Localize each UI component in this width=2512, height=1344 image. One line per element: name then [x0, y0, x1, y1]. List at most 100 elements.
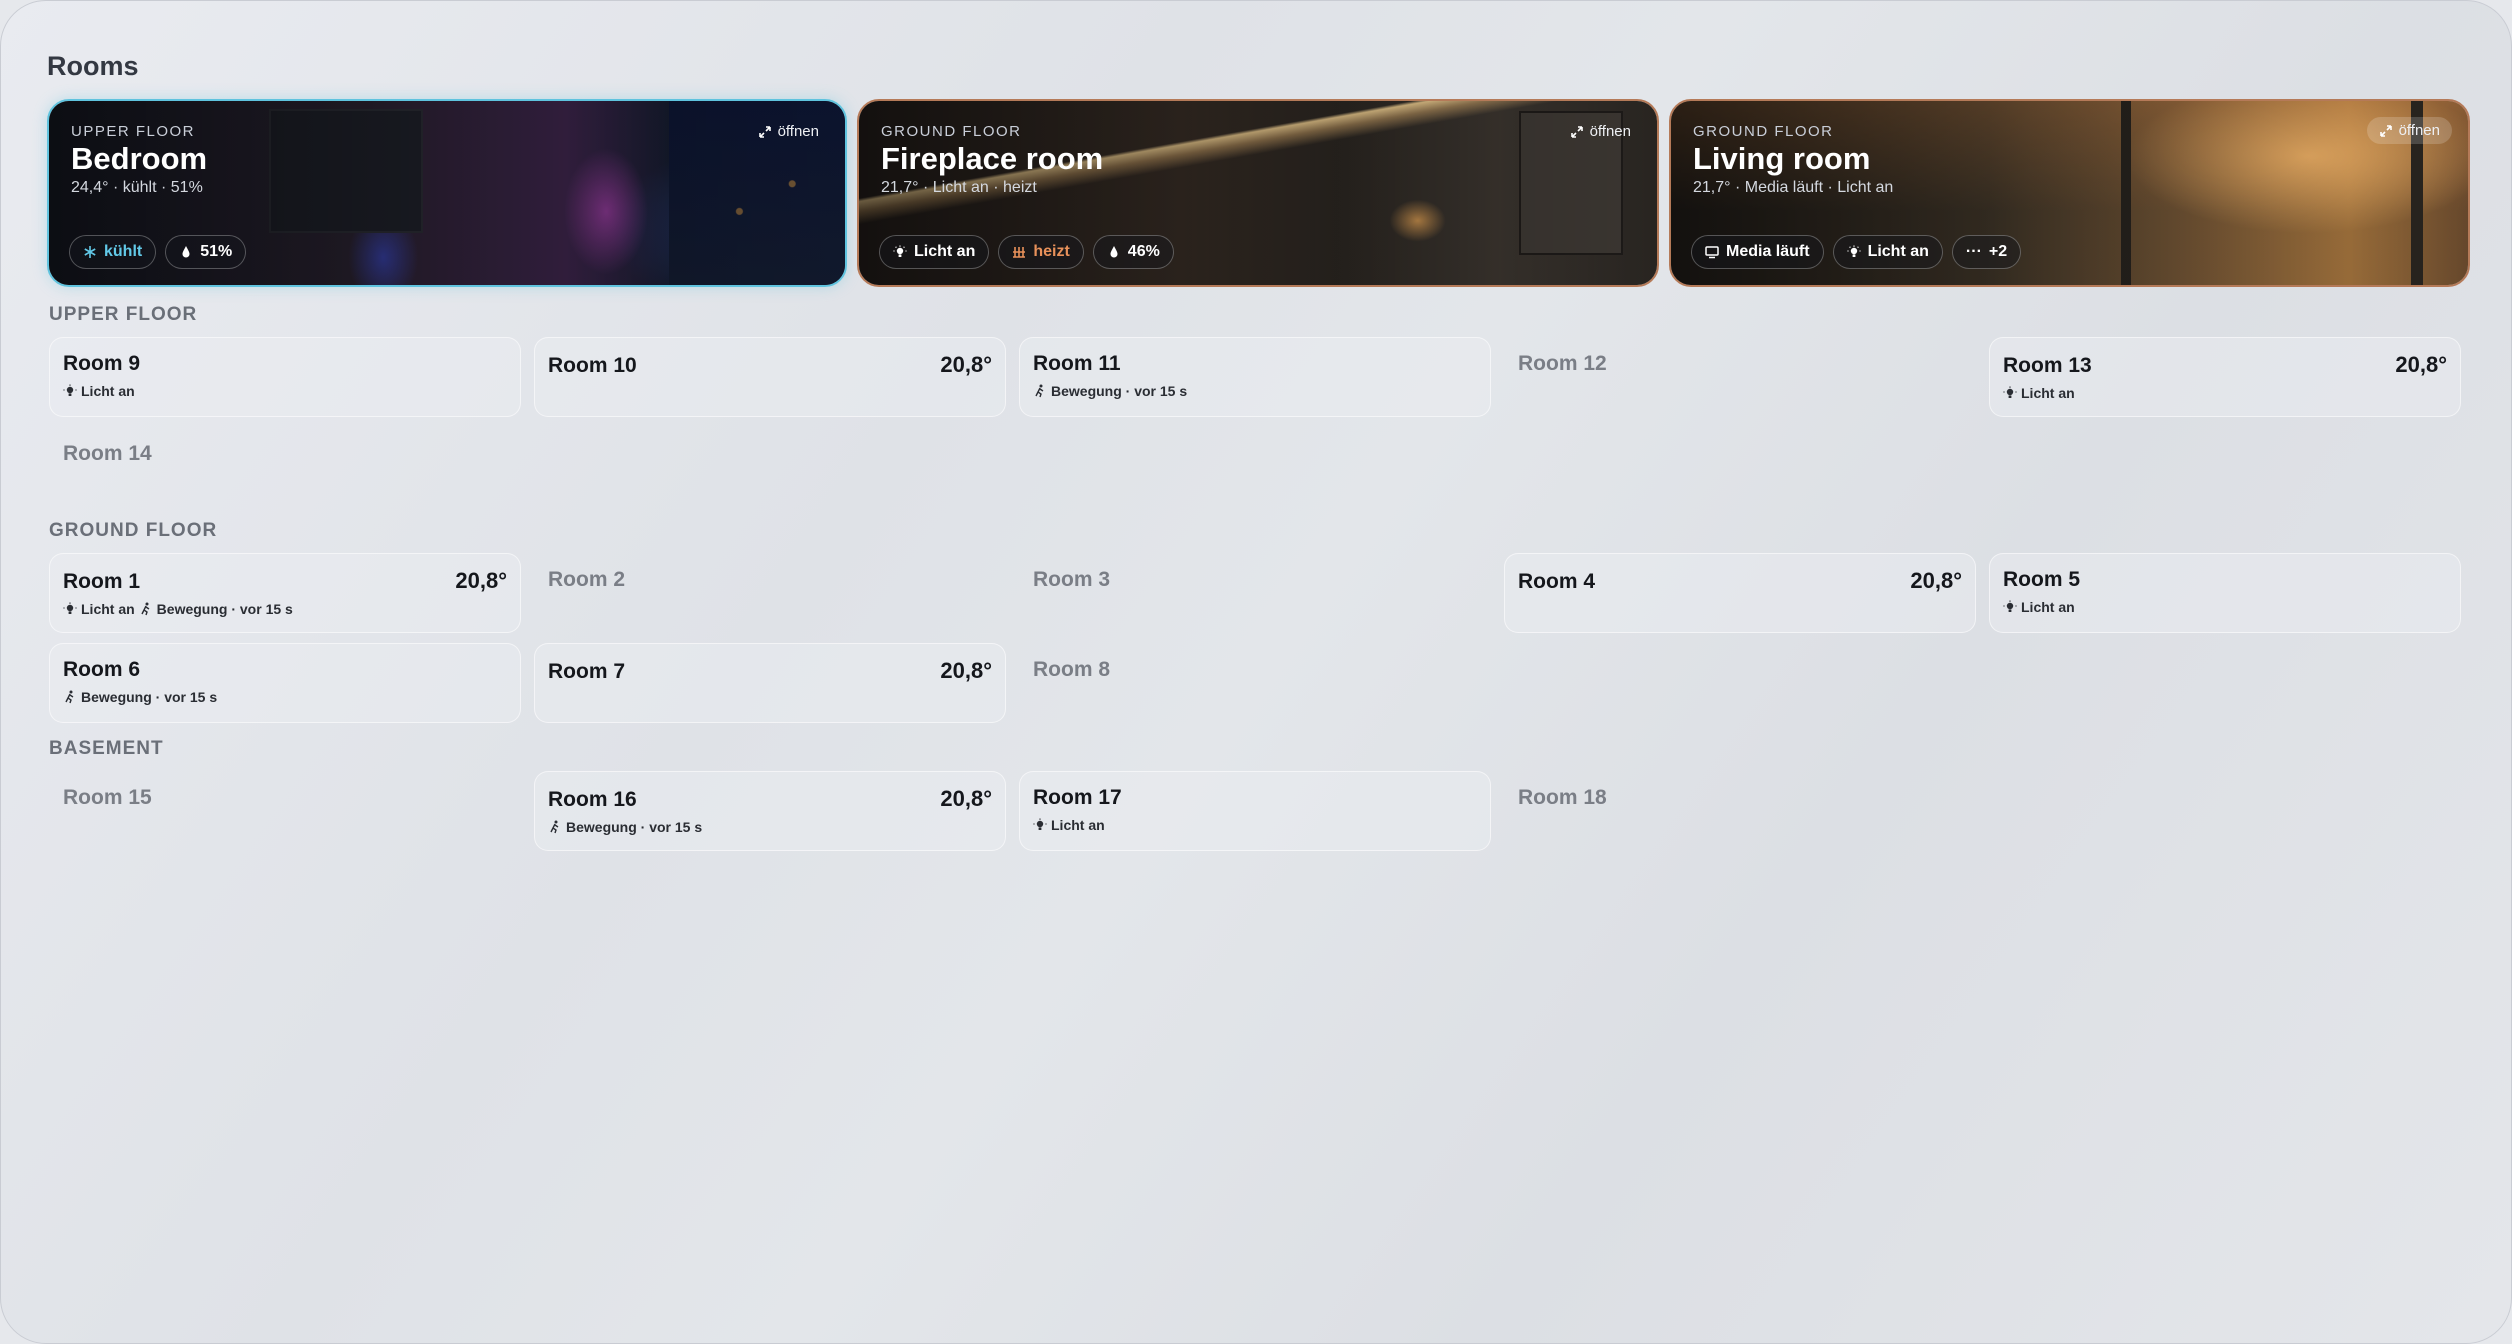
- open-label: öffnen: [777, 123, 819, 140]
- featured-room-bedroom[interactable]: UPPER FLOOR Bedroom 24,4° · kühlt · 51% …: [47, 99, 847, 287]
- status-text: Licht an: [81, 601, 135, 617]
- open-label: öffnen: [2398, 122, 2440, 139]
- room-name: Room 6: [63, 658, 141, 681]
- motion-icon: [141, 602, 150, 616]
- lightbulb-icon: [1847, 245, 1861, 257]
- chip-label: kühlt: [104, 243, 143, 260]
- room-status: Bewegung · vor 15 s: [548, 819, 702, 835]
- room-name: Room 12: [1518, 352, 1607, 375]
- room-name: Room 1: [63, 570, 141, 593]
- room-temperature: 20,8°: [940, 786, 992, 811]
- status-text: Licht an: [2021, 385, 2075, 401]
- chip-humidity[interactable]: 51%: [165, 235, 247, 269]
- floor-label: GROUND FLOOR: [881, 123, 1022, 140]
- droplet-icon: [182, 246, 190, 258]
- chip-cooling[interactable]: kühlt: [69, 235, 157, 269]
- motion-icon: [65, 690, 74, 704]
- page-title: Rooms: [47, 51, 139, 81]
- room-name: Room 10: [548, 354, 637, 377]
- open-label: öffnen: [1589, 123, 1631, 140]
- chip-humidity[interactable]: 46%: [1092, 235, 1174, 269]
- room-status: Licht an: [2003, 599, 2075, 615]
- featured-room-living[interactable]: GROUND FLOOR Living room 21,7° · Media l…: [1669, 99, 2470, 287]
- room-name: Room 7: [548, 660, 626, 683]
- more-icon: ···: [1965, 243, 1982, 260]
- status-text: Licht an: [1051, 817, 1105, 833]
- room-tile-14[interactable]: Room 14: [49, 427, 521, 507]
- room-name: Room 8: [1033, 658, 1111, 681]
- chip-label: Licht an: [1867, 243, 1929, 260]
- room-tile-7[interactable]: Room 7 20,8°: [534, 643, 1006, 723]
- heater-icon: [1013, 247, 1026, 258]
- lightbulb-icon: [2003, 386, 2017, 398]
- section-basement: BASEMENT: [49, 738, 164, 759]
- room-summary: 21,7° · Licht an · heizt: [881, 179, 1037, 196]
- room-name: Room 2: [548, 568, 626, 591]
- room-tile-8[interactable]: Room 8: [1019, 643, 1491, 723]
- room-tile-2[interactable]: Room 2: [534, 553, 1006, 633]
- status-text-2: Bewegung · vor 15 s: [156, 601, 293, 617]
- expand-icon: [758, 125, 771, 138]
- room-tile-9[interactable]: Room 9 Licht an: [49, 337, 521, 417]
- room-tile-1[interactable]: Room 1 20,8° Licht an Bewegung · vor 15 …: [49, 553, 521, 633]
- chip-label: 46%: [1127, 243, 1160, 260]
- motion-icon: [550, 820, 559, 834]
- room-summary: 21,7° · Media läuft · Licht an: [1693, 179, 1894, 196]
- snowflake-icon: [84, 246, 96, 258]
- status-text: Bewegung · vor 15 s: [566, 819, 703, 835]
- open-button[interactable]: öffnen: [2366, 117, 2452, 144]
- chip-label: 51%: [200, 243, 233, 260]
- room-name: Room 5: [2003, 568, 2081, 591]
- room-temperature: 20,8°: [1910, 568, 1962, 593]
- room-status: Licht an: [2003, 385, 2075, 401]
- section-ground-floor: GROUND FLOOR: [49, 520, 218, 541]
- open-button[interactable]: öffnen: [758, 123, 819, 140]
- room-name: Room 3: [1033, 568, 1111, 591]
- room-tile-11[interactable]: Room 11 Bewegung · vor 15 s: [1019, 337, 1491, 417]
- room-tile-3[interactable]: Room 3: [1019, 553, 1491, 633]
- room-name: Living room: [1693, 141, 1871, 176]
- chip-light[interactable]: Licht an: [1832, 235, 1943, 269]
- chip-heating[interactable]: heizt: [998, 235, 1084, 269]
- room-tile-13[interactable]: Room 13 20,8° Licht an: [1989, 337, 2461, 417]
- room-tile-5[interactable]: Room 5 Licht an: [1989, 553, 2461, 633]
- status-text: Licht an: [2021, 599, 2075, 615]
- room-status: Bewegung · vor 15 s: [63, 689, 217, 705]
- room-tile-15[interactable]: Room 15: [49, 771, 521, 851]
- chip-label: Media läuft: [1726, 243, 1810, 260]
- lightbulb-icon: [63, 384, 77, 396]
- status-text: Bewegung · vor 15 s: [1051, 383, 1188, 399]
- room-tile-18[interactable]: Room 18: [1504, 771, 1976, 851]
- room-tile-17[interactable]: Room 17 Licht an: [1019, 771, 1491, 851]
- room-temperature: 20,8°: [2395, 352, 2447, 377]
- room-tile-12[interactable]: Room 12: [1504, 337, 1976, 417]
- chip-light[interactable]: Licht an: [879, 235, 990, 269]
- room-tile-6[interactable]: Room 6 Bewegung · vor 15 s: [49, 643, 521, 723]
- room-status: Licht an: [63, 383, 135, 399]
- room-name: Room 17: [1033, 786, 1122, 809]
- expand-icon: [2379, 124, 2392, 137]
- room-tile-10[interactable]: Room 10 20,8°: [534, 337, 1006, 417]
- room-name: Room 15: [63, 786, 152, 809]
- room-name: Room 13: [2003, 354, 2092, 377]
- room-name: Room 16: [548, 788, 637, 811]
- room-name: Room 14: [63, 442, 152, 465]
- lightbulb-icon: [2003, 600, 2017, 612]
- chip-media[interactable]: Media läuft: [1691, 235, 1824, 269]
- lightbulb-icon: [63, 602, 77, 614]
- room-status: Licht an Bewegung · vor 15 s: [63, 601, 293, 617]
- room-temperature: 20,8°: [455, 568, 507, 593]
- open-button[interactable]: öffnen: [1570, 123, 1631, 140]
- tv-icon: [1705, 246, 1719, 259]
- room-summary: 24,4° · kühlt · 51%: [71, 179, 203, 196]
- featured-room-fireplace[interactable]: GROUND FLOOR Fireplace room 21,7° · Lich…: [857, 99, 1659, 287]
- room-status: Licht an: [1033, 817, 1105, 833]
- floor-label: UPPER FLOOR: [71, 123, 196, 140]
- room-temperature: 20,8°: [940, 658, 992, 683]
- chip-more[interactable]: ··· +2: [1951, 235, 2022, 269]
- room-name: Room 9: [63, 352, 141, 375]
- expand-icon: [1570, 125, 1583, 138]
- room-name: Fireplace room: [881, 141, 1104, 176]
- room-tile-16[interactable]: Room 16 20,8° Bewegung · vor 15 s: [534, 771, 1006, 851]
- room-tile-4[interactable]: Room 4 20,8°: [1504, 553, 1976, 633]
